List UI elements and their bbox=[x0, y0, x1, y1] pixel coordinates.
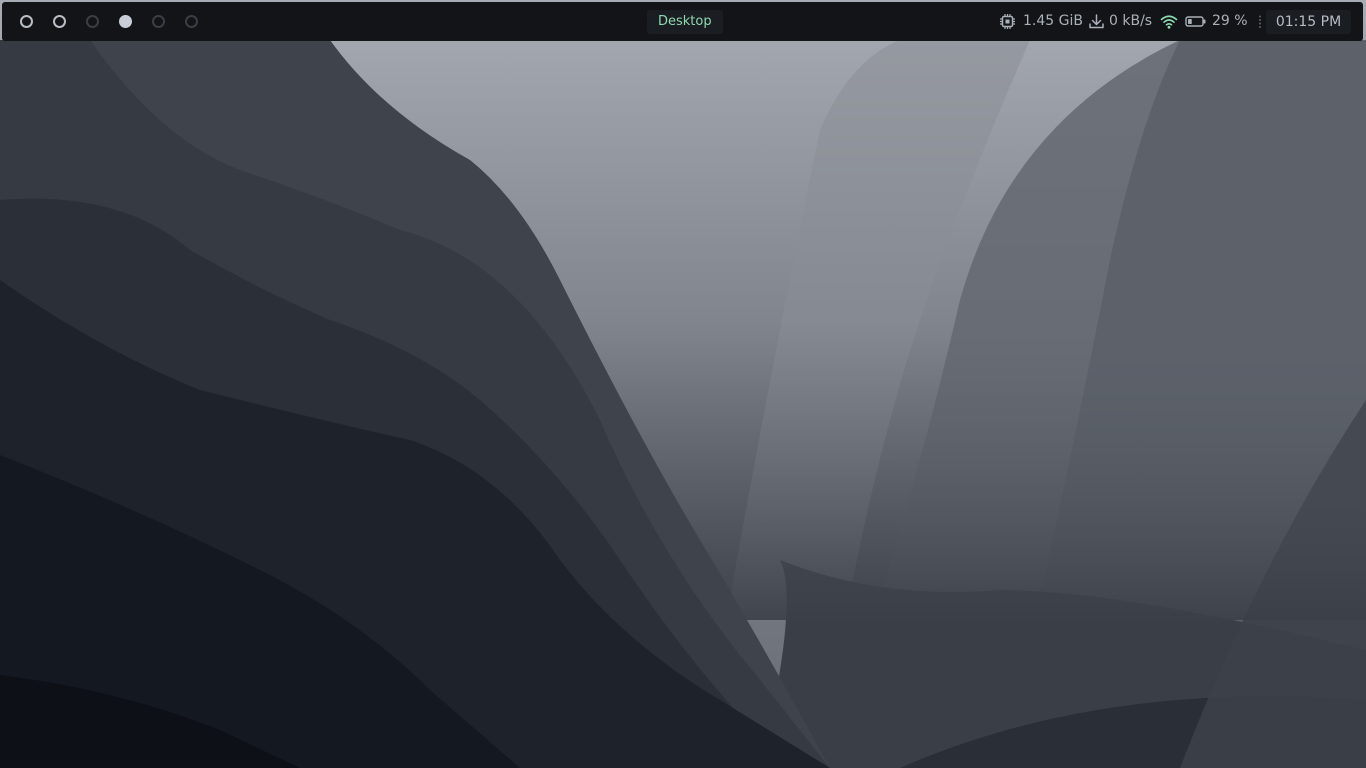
battery-icon bbox=[1185, 16, 1206, 27]
active-window-title[interactable]: Desktop bbox=[647, 10, 723, 34]
battery-indicator[interactable]: 29 % bbox=[1185, 2, 1248, 41]
download-icon bbox=[1089, 14, 1104, 29]
workspace-4-indicator[interactable] bbox=[119, 15, 132, 28]
wifi-icon bbox=[1160, 15, 1178, 29]
network-indicator[interactable]: 0 kB/s bbox=[1088, 2, 1158, 41]
top-status-bar: Desktop 1.45 GiB 0 kB/s 29 % 01:15 PM bbox=[2, 2, 1363, 41]
wifi-indicator[interactable] bbox=[1160, 2, 1180, 41]
workspace-5-indicator[interactable] bbox=[152, 15, 165, 28]
memory-value: 1.45 GiB bbox=[1023, 13, 1083, 29]
workspace-6-indicator[interactable] bbox=[185, 15, 198, 28]
workspace-3-indicator[interactable] bbox=[86, 15, 99, 28]
workspace-1-indicator[interactable] bbox=[20, 15, 33, 28]
cpu-icon bbox=[1000, 14, 1015, 29]
network-speed-value: 0 kB/s bbox=[1109, 13, 1153, 29]
separator-handle bbox=[1259, 15, 1261, 28]
battery-percent: 29 % bbox=[1212, 13, 1248, 29]
wallpaper-mountains bbox=[0, 0, 1366, 768]
memory-indicator[interactable]: 1.45 GiB bbox=[999, 2, 1084, 41]
desktop[interactable]: Desktop 1.45 GiB 0 kB/s 29 % 01:15 PM bbox=[0, 0, 1366, 768]
clock[interactable]: 01:15 PM bbox=[1266, 10, 1351, 34]
workspace-2-indicator[interactable] bbox=[53, 15, 66, 28]
